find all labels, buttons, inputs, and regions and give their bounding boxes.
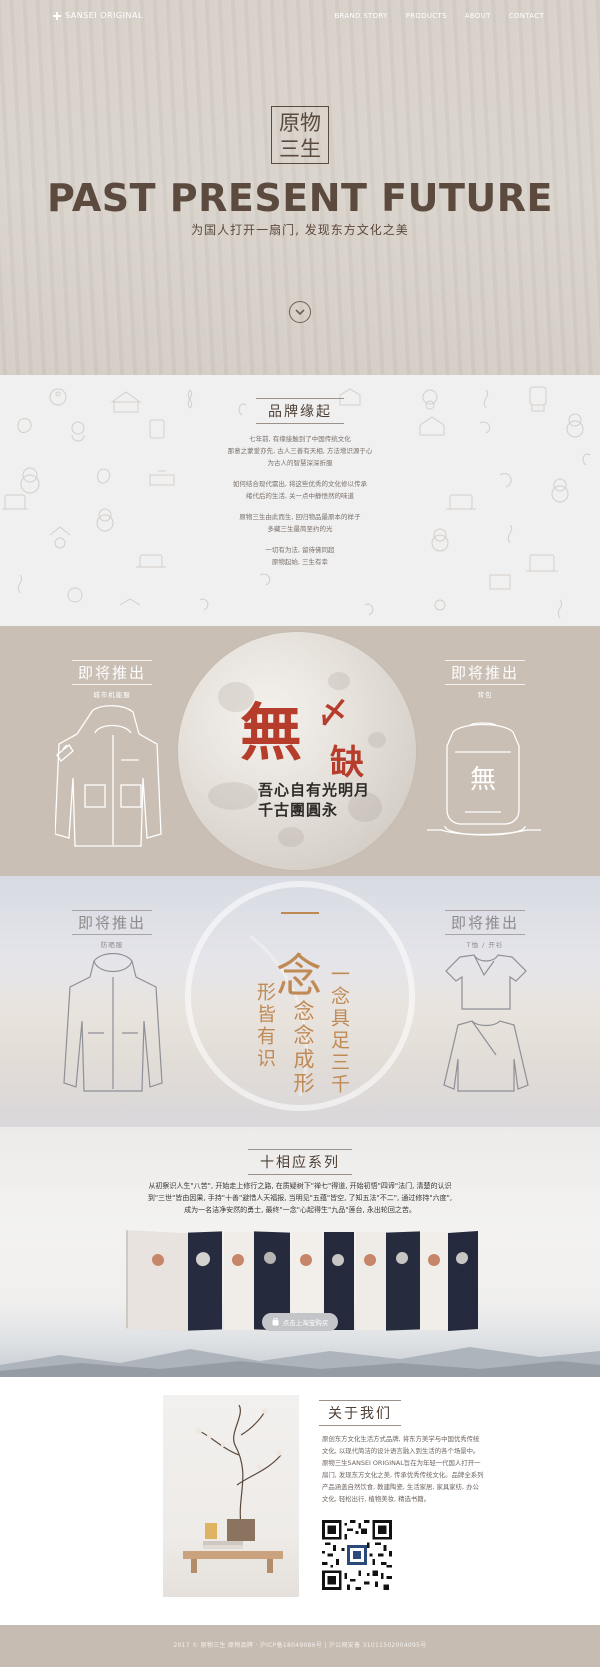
scroll-down-button[interactable] — [289, 301, 311, 323]
origin-line: 原物三生由此而生, 回归物品最原本的样子 — [239, 513, 361, 521]
coming-soon-tshirt-cardigan[interactable]: 即将推出 T恤 / 开衫 — [425, 910, 545, 949]
notebook — [356, 1232, 386, 1330]
about-title: 关于我们 — [319, 1400, 401, 1426]
origin-paragraph-2: 如何结合现代需出, 将这些优秀的文化修以传承 绪代后的生活, 关一点中静悟然的味… — [0, 478, 600, 502]
series-title: 十相应系列 — [248, 1149, 352, 1175]
shopping-bag-icon — [272, 1318, 279, 1326]
moon-poem-line-2: 千古團圓永 — [258, 801, 339, 819]
sun-jacket-illustration — [63, 953, 163, 1092]
origin-paragraph-1: 七年前, 有缘接触到了中国传统文化 那意之蒙爱亦先, 古人三善有天相, 方法增识… — [0, 433, 600, 469]
about-section: 关于我们 原创东方文化生活方式品牌, 将东方美学与中国优秀传统文化, 以现代简洁… — [0, 1377, 600, 1625]
origin-line: 多藏三生最简至约的光 — [267, 525, 333, 533]
nian-column-2: 念念成形 — [291, 1000, 315, 1096]
origin-paragraph-4: 一切有为法, 留待佛同超 原物起始, 三生有幸 — [0, 544, 600, 568]
origin-line: 一切有为法, 留待佛同超 — [265, 546, 335, 554]
origin-line: 那意之蒙爱亦先, 古人三善有天相, 方法增识源于心 — [227, 447, 373, 455]
mountain-silhouette — [0, 1347, 600, 1377]
origin-title: 品牌缘起 — [256, 398, 344, 424]
wechat-qr-code[interactable] — [322, 1520, 392, 1590]
notebook — [420, 1232, 448, 1330]
coming-soon-jacket[interactable]: 即将推出 城市机能服 — [52, 660, 172, 699]
calligraphy-wu: 無 — [240, 696, 303, 769]
nav-link-brand-story[interactable]: BRAND STORY — [334, 12, 387, 20]
origin-paragraph-3: 原物三生由此而生, 回归物品最原本的样子 多藏三生最简至约的光 — [0, 511, 600, 535]
notebook — [128, 1230, 190, 1332]
calligraphy-que: 缺 — [330, 743, 364, 783]
logo-icon — [53, 11, 61, 20]
logo-text: SANSEI ORIGINAL — [65, 11, 143, 20]
brand-seal: 原物 三生 — [271, 106, 329, 164]
top-nav: SANSEI ORIGINAL BRAND STORY PRODUCTS ABO… — [0, 0, 600, 34]
series-line: 到"三世"皆由因果, 手持"十善"避惜人天福报, 当明见"五蕴"皆空, 了知五法… — [147, 1194, 453, 1202]
nian-glyph: 念 — [276, 949, 325, 1003]
seal-line-1: 原物 — [279, 111, 321, 135]
coming-soon-subtitle: 背包 — [477, 691, 493, 699]
origin-body: 七年前, 有缘接触到了中国传统文化 那意之蒙爱亦先, 古人三善有天相, 方法增识… — [0, 433, 600, 577]
urban-jacket-illustration — [55, 705, 162, 847]
brand-origin-section: 品牌缘起 七年前, 有缘接触到了中国传统文化 那意之蒙爱亦先, 古人三善有天相,… — [0, 375, 600, 626]
hero-subtitle: 为国人打开一扇门, 发现东方文化之美 — [191, 223, 409, 237]
bonsai-table-illustration — [183, 1404, 283, 1573]
seal-line-2: 三生 — [279, 137, 321, 161]
moon-poem-line-1: 吾心自有光明月 — [258, 781, 371, 799]
calligraphy-mark: 〆 — [318, 696, 348, 731]
nian-accent-line — [281, 912, 319, 914]
nian-column-3: 形皆有识 — [254, 982, 276, 1070]
coming-soon-subtitle: T恤 / 开衫 — [466, 941, 504, 949]
origin-line: 为古人的智慧深深折服 — [267, 459, 333, 467]
logo[interactable]: SANSEI ORIGINAL — [53, 11, 143, 20]
footer-copyright: 2017 © 原物三生 原物品牌 · 沪ICP备18049086号 | 沪公网安… — [173, 1642, 427, 1649]
series-line: 成为一名洁净安然的勇士, 最终"一念"心起得生"九品"莲台, 永出轮回之苦。 — [184, 1206, 416, 1214]
nav-link-products[interactable]: PRODUCTS — [406, 12, 447, 20]
backpack-illustration: 無 — [427, 722, 541, 836]
coming-soon-sun-jacket[interactable]: 即将推出 防晒服 — [52, 910, 172, 949]
backpack-wu-glyph: 無 — [470, 765, 496, 795]
nian-column-1: 一念具足三千 — [328, 964, 350, 1096]
notebook — [386, 1231, 420, 1331]
moon-crater — [208, 782, 258, 810]
coming-soon-title: 即将推出 — [71, 660, 153, 685]
coming-soon-title: 即将推出 — [444, 660, 526, 685]
notebook — [448, 1230, 478, 1332]
coming-soon-title: 即将推出 — [71, 910, 153, 935]
nav-links: BRAND STORY PRODUCTS ABOUT CONTACT — [334, 12, 544, 20]
tshirt-cardigan-illustration — [443, 954, 529, 1092]
about-description: 原创东方文化生活方式品牌, 将东方美学与中国优秀传统文化, 以现代简洁的设计语言… — [322, 1435, 484, 1503]
coming-soon-subtitle: 城市机能服 — [93, 691, 131, 699]
origin-line: 如何结合现代需出, 将这些优秀的文化修以传承 — [232, 480, 368, 488]
coming-soon-backpack[interactable]: 即将推出 背包 — [425, 660, 545, 699]
nav-link-contact[interactable]: CONTACT — [509, 12, 544, 20]
notebook — [224, 1232, 254, 1330]
ten-series-section: 十相应系列 从初察识人生"八苦", 开始走上修行之路, 在质疑树下"禅七"得道,… — [0, 1127, 600, 1377]
about-photo — [163, 1395, 299, 1597]
chevron-down-icon — [295, 309, 305, 315]
series-line: 从初察识人生"八苦", 开始走上修行之路, 在质疑树下"禅七"得道, 开始初悟"… — [148, 1182, 452, 1190]
coming-soon-subtitle: 防晒服 — [100, 941, 124, 949]
origin-line: 原物起始, 三生有幸 — [271, 558, 329, 566]
moon-crater — [278, 827, 304, 847]
origin-line: 七年前, 有缘接触到了中国传统文化 — [249, 435, 351, 443]
taobao-buy-label: 点击上淘宝购买 — [282, 1319, 329, 1327]
notebook — [188, 1231, 222, 1331]
footer: 2017 © 原物三生 原物品牌 · 沪ICP备18049086号 | 沪公网安… — [0, 1625, 600, 1667]
coming-soon-title: 即将推出 — [444, 910, 526, 935]
series-description: 从初察识人生"八苦", 开始走上修行之路, 在质疑树下"禅七"得道, 开始初悟"… — [0, 1180, 600, 1216]
moon-crater — [368, 732, 386, 748]
origin-line: 绪代后的生活, 关一点中静悟然的味道 — [245, 492, 355, 500]
hero-section: SANSEI ORIGINAL BRAND STORY PRODUCTS ABO… — [0, 0, 600, 375]
hero-title: PAST PRESENT FUTURE — [47, 176, 553, 220]
taobao-buy-button[interactable]: 点击上淘宝购买 — [262, 1313, 338, 1331]
nav-link-about[interactable]: ABOUT — [465, 12, 491, 20]
